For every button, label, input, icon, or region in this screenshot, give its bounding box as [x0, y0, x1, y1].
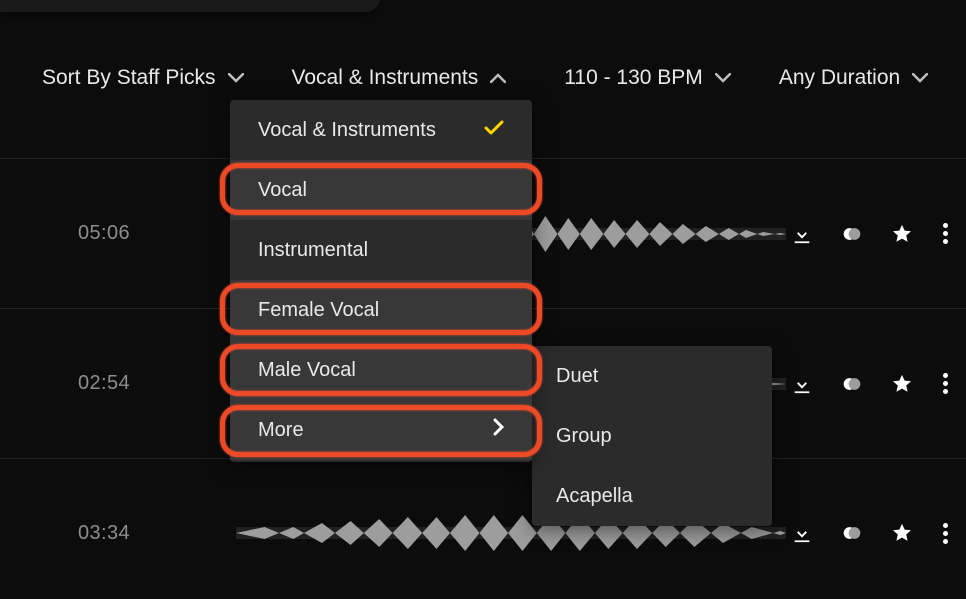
duration-filter[interactable]: Any Duration — [779, 66, 928, 90]
dropdown-item-label: Instrumental — [258, 239, 368, 262]
vocal-instruments-filter[interactable]: Vocal & Instruments — [292, 66, 507, 90]
download-button[interactable] — [791, 223, 813, 245]
chevron-up-icon — [490, 70, 506, 86]
check-icon — [484, 119, 504, 142]
dropdown-item-label: Vocal — [258, 179, 307, 202]
submenu-item-label: Acapella — [556, 485, 633, 508]
favorite-button[interactable] — [891, 223, 913, 245]
vocal-instruments-filter-label: Vocal & Instruments — [292, 66, 479, 90]
submenu-item-label: Group — [556, 425, 612, 448]
favorite-button[interactable] — [891, 522, 913, 544]
dropdown-item-vocal[interactable]: Vocal — [230, 160, 532, 220]
chevron-down-icon — [912, 70, 928, 86]
similar-tracks-button[interactable] — [841, 223, 863, 245]
dropdown-item-label: Vocal & Instruments — [258, 119, 436, 142]
more-options-button[interactable] — [941, 521, 950, 546]
dropdown-item-label: More — [258, 419, 304, 442]
submenu-item-group[interactable]: Group — [532, 406, 772, 466]
bpm-filter[interactable]: 110 - 130 BPM — [564, 66, 731, 90]
favorite-button[interactable] — [891, 373, 913, 395]
similar-tracks-button[interactable] — [841, 522, 863, 544]
sort-filter[interactable]: Sort By Staff Picks — [42, 66, 244, 90]
duration-filter-label: Any Duration — [779, 66, 900, 90]
bpm-filter-label: 110 - 130 BPM — [564, 66, 703, 90]
submenu-item-duet[interactable]: Duet — [532, 346, 772, 406]
track-row[interactable]: 03:34 — [0, 458, 966, 599]
chevron-down-icon — [228, 70, 244, 86]
submenu-item-acapella[interactable]: Acapella — [532, 466, 772, 526]
track-duration: 03:34 — [78, 522, 158, 545]
track-actions — [791, 371, 950, 396]
sort-filter-label: Sort By Staff Picks — [42, 66, 216, 90]
submenu-item-label: Duet — [556, 365, 598, 388]
more-options-button[interactable] — [941, 221, 950, 246]
track-duration: 02:54 — [78, 372, 158, 395]
dropdown-item-label: Male Vocal — [258, 359, 356, 382]
chevron-down-icon — [715, 70, 731, 86]
vocal-instruments-dropdown: Vocal & Instruments Vocal Instrumental F… — [230, 100, 532, 462]
more-options-button[interactable] — [941, 371, 950, 396]
track-actions — [791, 521, 950, 546]
filter-bar: Sort By Staff Picks Vocal & Instruments … — [0, 58, 966, 98]
download-button[interactable] — [791, 373, 813, 395]
partial-top-element — [0, 0, 380, 12]
dropdown-item-label: Female Vocal — [258, 299, 379, 322]
dropdown-item-female-vocal[interactable]: Female Vocal — [230, 280, 532, 340]
vocal-more-submenu: Duet Group Acapella — [532, 346, 772, 526]
dropdown-item-male-vocal[interactable]: Male Vocal — [230, 340, 532, 400]
dropdown-item-instrumental[interactable]: Instrumental — [230, 220, 532, 280]
similar-tracks-button[interactable] — [841, 373, 863, 395]
dropdown-item-selected[interactable]: Vocal & Instruments — [230, 100, 532, 160]
chevron-right-icon — [493, 418, 504, 442]
track-actions — [791, 221, 950, 246]
dropdown-item-more[interactable]: More — [230, 400, 532, 460]
download-button[interactable] — [791, 522, 813, 544]
track-duration: 05:06 — [78, 222, 158, 245]
